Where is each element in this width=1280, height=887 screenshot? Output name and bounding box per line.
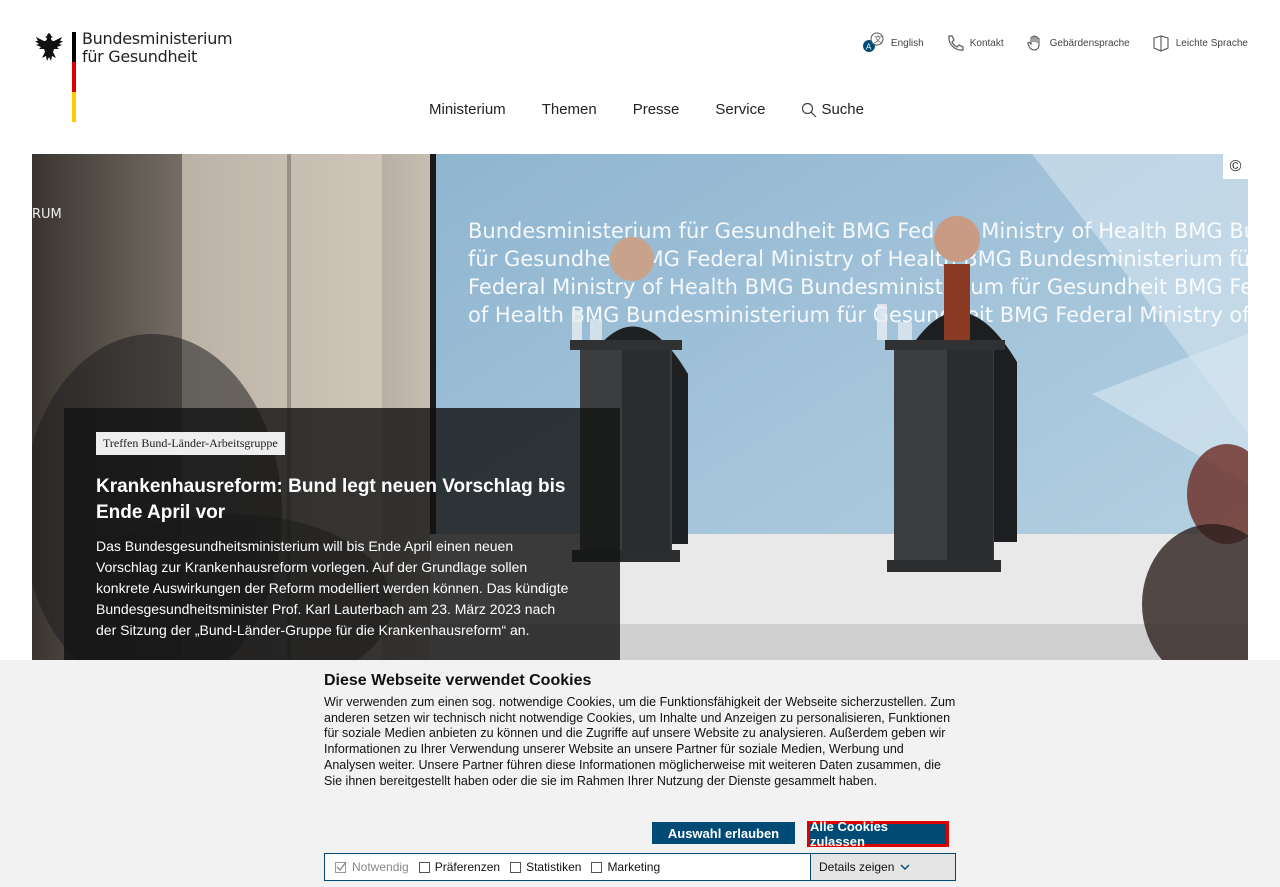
utility-kontakt[interactable]: Kontakt: [946, 32, 1004, 54]
nav-service[interactable]: Service: [715, 101, 765, 118]
hand-icon: [1027, 35, 1040, 51]
wall-text: RUM: [32, 207, 62, 222]
option-marketing[interactable]: Marketing: [591, 860, 660, 874]
book-icon: [1153, 35, 1169, 52]
language-icon: A 文: [862, 32, 884, 52]
utility-nav: A 文 English Kontakt Gebärdensprache Leic…: [861, 32, 1248, 54]
nav-themen[interactable]: Themen: [542, 101, 597, 118]
option-notwendig: Notwendig: [335, 860, 409, 874]
backdrop-line-2: für Gesundheit BMG Federal Ministry of H…: [468, 247, 1248, 271]
option-praeferenzen[interactable]: Präferenzen: [418, 860, 500, 874]
utility-gebaerdensprache-label: Gebärdensprache: [1049, 37, 1130, 49]
svg-text:文: 文: [874, 34, 882, 44]
backdrop-line-4: of Health BMG Bundesministerium für Gesu…: [468, 303, 1248, 327]
phone-icon: [948, 35, 964, 51]
nav-presse[interactable]: Presse: [633, 101, 680, 118]
cookie-options-bar: Notwendig Präferenzen Statistiken Market…: [324, 853, 956, 881]
utility-english[interactable]: A 文 English: [861, 32, 924, 54]
cookie-text: Wir verwenden zum einen sog. notwendige …: [324, 695, 956, 788]
details-toggle[interactable]: Details zeigen: [810, 854, 955, 880]
teaser-headline[interactable]: Krankenhausreform: Bund legt neuen Vorsc…: [96, 474, 596, 526]
utility-gebaerdensprache[interactable]: Gebärdensprache: [1026, 32, 1130, 54]
federal-eagle-icon: [35, 33, 63, 61]
cookie-banner: Diese Webseite verwendet Cookies Wir ver…: [0, 660, 1280, 887]
main-nav: Ministerium Themen Presse Service Suche: [429, 101, 864, 118]
teaser-box: Treffen Bund-Länder-Arbeitsgruppe Kranke…: [64, 408, 620, 660]
checkbox-checked-icon: [335, 861, 347, 873]
utility-english-label: English: [890, 37, 924, 49]
site-logo[interactable]: Bundesministerium für Gesundheit: [32, 29, 233, 125]
checkbox-statistiken[interactable]: [510, 861, 522, 873]
nav-suche[interactable]: Suche: [801, 101, 864, 118]
utility-leichte-sprache[interactable]: Leichte Sprache: [1152, 32, 1248, 54]
details-label: Details zeigen: [819, 860, 895, 874]
cookie-title: Diese Webseite verwendet Cookies: [324, 672, 592, 689]
copyright-button[interactable]: ©: [1223, 154, 1248, 179]
hero-section: Bundesministerium für Gesundheit BMG Fed…: [32, 154, 1248, 660]
allow-selection-button[interactable]: Auswahl erlauben: [652, 822, 795, 844]
search-icon: [802, 102, 817, 117]
allow-all-cookies-button[interactable]: Alle Cookies zulassen: [807, 819, 949, 849]
utility-kontakt-label: Kontakt: [969, 37, 1004, 49]
teaser-body: Das Bundesgesundheitsministerium will bi…: [96, 538, 569, 638]
nav-ministerium[interactable]: Ministerium: [429, 101, 506, 118]
flag-bar: [72, 32, 76, 122]
checkbox-marketing[interactable]: [591, 861, 603, 873]
checkbox-praeferenzen[interactable]: [418, 861, 430, 873]
logo-text: Bundesministerium für Gesundheit: [82, 29, 233, 66]
utility-leichte-sprache-label: Leichte Sprache: [1175, 37, 1248, 49]
backdrop-line-3: Federal Ministry of Health BMG Bundesmin…: [468, 275, 1248, 299]
option-statistiken[interactable]: Statistiken: [510, 860, 581, 874]
backdrop-line-1: Bundesministerium für Gesundheit BMG Fed…: [468, 219, 1248, 243]
chevron-down-icon: [900, 864, 910, 870]
svg-text:A: A: [866, 43, 872, 52]
teaser-kicker: Treffen Bund-Länder-Arbeitsgruppe: [96, 432, 285, 455]
